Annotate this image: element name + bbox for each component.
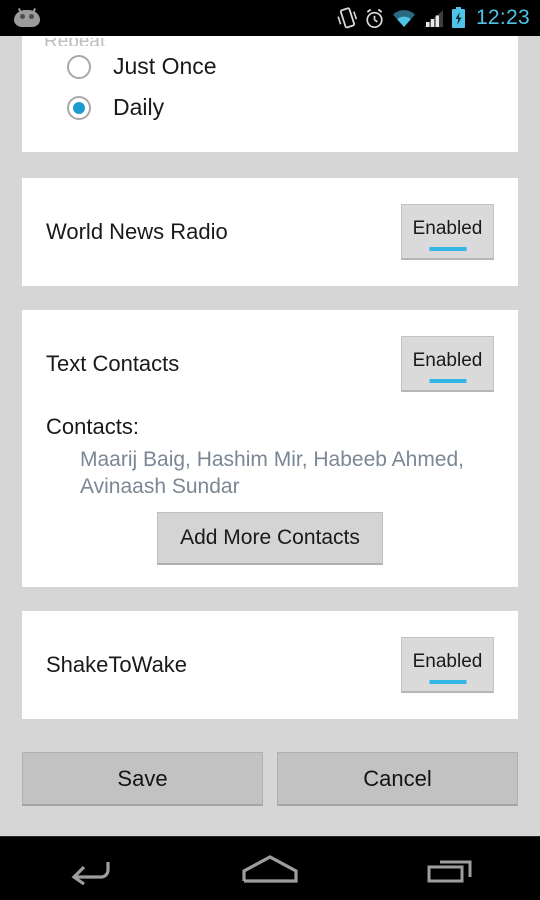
world-news-radio-toggle-label: Enabled [412, 217, 483, 239]
recent-apps-button[interactable] [405, 837, 495, 900]
recent-apps-icon [427, 860, 472, 882]
add-more-contacts-button[interactable]: Add More Contacts [157, 512, 383, 565]
text-contacts-toggle-label: Enabled [412, 349, 483, 371]
shake-to-wake-title: ShakeToWake [46, 652, 188, 677]
card-gap [0, 286, 540, 310]
radio-daily-label: Daily [113, 94, 165, 120]
battery-charging-icon [451, 7, 465, 28]
android-screen: 12:23 Repeat Just Once Daily World News … [0, 0, 540, 900]
repeat-card-clipped-title: Repeat [22, 38, 518, 46]
card-gap [0, 719, 540, 743]
cyanogenmod-cid-icon [14, 7, 40, 28]
radio-just-once-label: Just Once [113, 53, 217, 79]
back-button[interactable] [45, 837, 135, 900]
toggle-active-indicator [429, 247, 466, 251]
world-news-radio-card: World News Radio Enabled [22, 178, 518, 286]
vibrate-icon [337, 7, 357, 29]
text-contacts-toggle-button[interactable]: Enabled [401, 336, 494, 392]
text-contacts-header: Text Contacts Enabled [22, 310, 518, 404]
text-contacts-title: Text Contacts [46, 351, 180, 376]
home-icon [242, 854, 298, 883]
contacts-list-label: Contacts: [46, 414, 139, 439]
text-contacts-card: Text Contacts Enabled Contacts: Maarij B… [22, 310, 518, 587]
add-contacts-row: Add More Contacts [22, 500, 518, 565]
status-bar-left [14, 7, 337, 28]
card-gap [0, 152, 540, 178]
status-bar: 12:23 [0, 0, 540, 36]
radio-option-just-once[interactable]: Just Once [22, 46, 518, 87]
radio-daily-icon[interactable] [67, 95, 91, 120]
alarm-icon [366, 8, 383, 28]
android-navigation-bar [0, 836, 540, 900]
world-news-radio-toggle-button[interactable]: Enabled [401, 204, 494, 260]
toggle-active-indicator [429, 379, 466, 383]
back-arrow-icon [71, 861, 110, 885]
radio-just-once-icon[interactable] [67, 54, 91, 79]
shake-to-wake-toggle-label: Enabled [412, 650, 483, 672]
world-news-radio-title: World News Radio [46, 219, 228, 244]
toggle-active-indicator [429, 680, 466, 684]
cellular-signal-icon [423, 9, 443, 27]
home-button[interactable] [225, 837, 315, 900]
wifi-icon [392, 9, 415, 27]
radio-option-daily[interactable]: Daily [22, 87, 518, 128]
save-button[interactable]: Save [22, 752, 263, 806]
status-bar-clock: 12:23 [475, 6, 530, 29]
shake-to-wake-toggle-button[interactable]: Enabled [401, 637, 494, 693]
contacts-list-value: Maarij Baig, Hashim Mir, Habeeb Ahmed, A… [80, 448, 464, 498]
repeat-option-card: Repeat Just Once Daily [22, 36, 518, 152]
cancel-button[interactable]: Cancel [277, 752, 518, 806]
status-bar-right: 12:23 [337, 6, 530, 30]
shake-to-wake-card: ShakeToWake Enabled [22, 611, 518, 719]
card-gap [0, 587, 540, 611]
settings-content: Repeat Just Once Daily World News Radio … [0, 36, 540, 836]
action-button-bar: Save Cancel [0, 743, 540, 806]
